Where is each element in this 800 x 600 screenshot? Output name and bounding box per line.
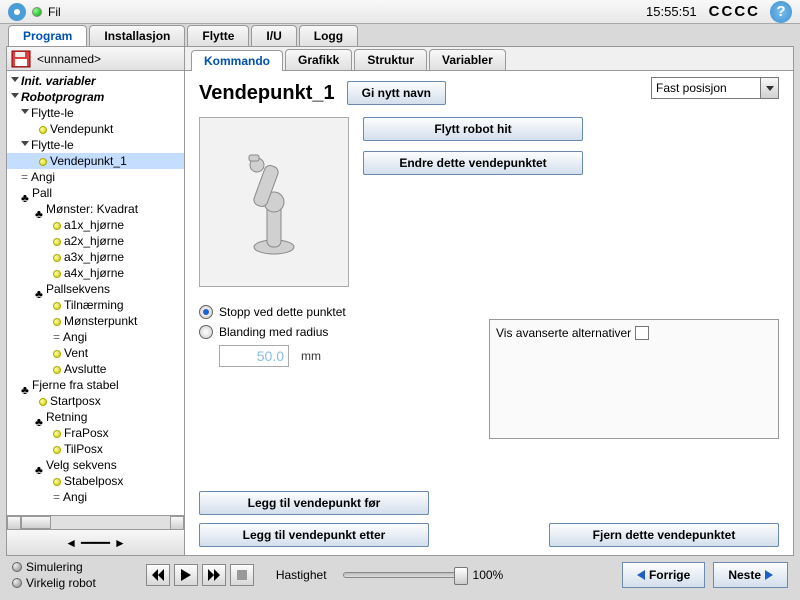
tab-installation[interactable]: Installasjon — [89, 25, 185, 46]
add-waypoint-after-button[interactable]: Legg til vendepunkt etter — [199, 523, 429, 547]
subtab-variables[interactable]: Variabler — [429, 49, 506, 70]
tree-item-c3[interactable]: a3x_hjørne — [7, 249, 184, 265]
tree-item-set2[interactable]: =Angi — [7, 329, 184, 345]
tree-item-patternpt[interactable]: Mønsterpunkt — [7, 313, 184, 329]
stop-button[interactable] — [230, 564, 254, 586]
subtab-graphics[interactable]: Grafikk — [285, 49, 352, 70]
sub-tabs: Kommando Grafikk Struktur Variabler — [185, 47, 793, 71]
tree-item-init[interactable]: Init. variabler — [7, 73, 184, 89]
top-menubar: Fil 15:55:51 CCCC ? — [0, 0, 800, 24]
status-dot-icon — [32, 7, 42, 17]
remove-waypoint-button[interactable]: Fjern dette vendepunktet — [549, 523, 779, 547]
rename-button[interactable]: Gi nytt navn — [347, 81, 446, 105]
tab-log[interactable]: Logg — [299, 25, 358, 46]
speed-slider[interactable] — [343, 572, 463, 578]
radio-icon[interactable] — [199, 325, 213, 339]
chevron-down-icon[interactable] — [760, 78, 778, 98]
tree-item-depallet[interactable]: ♣Fjerne fra stabel — [7, 377, 184, 393]
skip-forward-button[interactable] — [202, 564, 226, 586]
tree-item-move1[interactable]: Flytte-le — [7, 105, 184, 121]
filename-label: <unnamed> — [37, 52, 101, 66]
tree-nav-dashes: ━━━━ — [81, 536, 110, 550]
tree-item-wp0[interactable]: Vendepunkt — [7, 121, 184, 137]
radio-icon[interactable] — [12, 578, 22, 588]
tree-item-wait[interactable]: Vent — [7, 345, 184, 361]
advanced-panel: Vis avanserte alternativer — [489, 319, 779, 439]
program-tree[interactable]: Init. variabler Robotprogram Flytte-le V… — [7, 71, 184, 515]
next-button[interactable]: Neste — [713, 562, 788, 588]
tree-item-wp1[interactable]: Vendepunkt_1 — [7, 153, 184, 169]
skip-back-button[interactable] — [146, 564, 170, 586]
robot-preview-icon — [199, 117, 349, 287]
move-robot-here-button[interactable]: Flytt robot hit — [363, 117, 583, 141]
position-type-combo[interactable]: Fast posisjon — [651, 77, 779, 99]
tree-item-stabelposx[interactable]: Stabelposx — [7, 473, 184, 489]
tree-hscroll[interactable] — [7, 515, 184, 529]
tree-item-startposx[interactable]: Startposx — [7, 393, 184, 409]
tree-item-direction[interactable]: ♣Retning — [7, 409, 184, 425]
tree-item-robotprogram[interactable]: Robotprogram — [7, 89, 184, 105]
tree-item-fraposx[interactable]: FraPosx — [7, 425, 184, 441]
radio-icon[interactable] — [199, 305, 213, 319]
tree-item-pallseq[interactable]: ♣Pallsekvens — [7, 281, 184, 297]
tree-item-move2[interactable]: Flytte-le — [7, 137, 184, 153]
program-tree-pane: <unnamed> Init. variabler Robotprogram F… — [7, 47, 185, 555]
tree-item-pattern[interactable]: ♣Mønster: Kvadrat — [7, 201, 184, 217]
tree-item-tilposx[interactable]: TilPosx — [7, 441, 184, 457]
radio-stop-at-point[interactable]: Stopp ved dette punktet — [199, 305, 779, 319]
add-waypoint-before-button[interactable]: Legg til vendepunkt før — [199, 491, 429, 515]
tab-move[interactable]: Flytte — [187, 25, 249, 46]
tree-item-set3[interactable]: =Angi — [7, 489, 184, 505]
tree-item-c4[interactable]: a4x_hjørne — [7, 265, 184, 281]
mode-real-robot[interactable]: Virkelig robot — [12, 576, 96, 590]
tree-nav-right-icon[interactable]: ► — [114, 536, 126, 550]
scroll-thumb[interactable] — [21, 516, 51, 529]
tree-toolbar: <unnamed> — [7, 47, 184, 71]
subtab-command[interactable]: Kommando — [191, 50, 283, 71]
scroll-right-icon[interactable] — [170, 516, 184, 530]
tree-item-c2[interactable]: a2x_hjørne — [7, 233, 184, 249]
mode-simulation[interactable]: Simulering — [12, 560, 96, 574]
tree-nav-left-icon[interactable]: ◄ — [65, 536, 77, 550]
footer-bar: Simulering Virkelig robot Hastighet 100%… — [0, 556, 800, 594]
tree-item-set1[interactable]: =Angi — [7, 169, 184, 185]
tree-item-c1[interactable]: a1x_hjørne — [7, 217, 184, 233]
unit-label: mm — [301, 349, 321, 363]
speed-label: Hastighet — [276, 568, 327, 582]
command-panel: Fast posisjon Vendepunkt_1 Gi nytt navn — [185, 71, 793, 555]
tree-item-pall[interactable]: ♣Pall — [7, 185, 184, 201]
tab-program[interactable]: Program — [8, 25, 87, 46]
speed-value: 100% — [473, 568, 504, 582]
checkbox-icon[interactable] — [635, 326, 649, 340]
tree-item-exit[interactable]: Avslutte — [7, 361, 184, 377]
tree-item-stackseq[interactable]: ♣Velg sekvens — [7, 457, 184, 473]
save-icon[interactable] — [11, 50, 31, 68]
radio-icon[interactable] — [12, 562, 22, 572]
clock-label: 15:55:51 — [646, 4, 697, 19]
subtab-structure[interactable]: Struktur — [354, 49, 427, 70]
slider-thumb-icon[interactable] — [454, 567, 468, 585]
scroll-left-icon[interactable] — [7, 516, 21, 530]
menu-fil[interactable]: Fil — [48, 5, 61, 19]
help-icon[interactable]: ? — [770, 1, 792, 23]
waypoint-title: Vendepunkt_1 — [199, 82, 335, 105]
tab-io[interactable]: I/U — [251, 25, 296, 46]
change-waypoint-button[interactable]: Endre dette vendepunktet — [363, 151, 583, 175]
ur-logo-icon — [8, 3, 26, 21]
prev-button[interactable]: Forrige — [622, 562, 705, 588]
cccc-label: CCCC — [709, 3, 760, 20]
main-tabs: Program Installasjon Flytte I/U Logg — [0, 24, 800, 46]
play-button[interactable] — [174, 564, 198, 586]
tree-nav-bar: ◄ ━━━━ ► — [7, 529, 184, 555]
tree-item-approach[interactable]: Tilnærming — [7, 297, 184, 313]
blend-radius-input[interactable] — [219, 345, 289, 367]
show-advanced-checkbox[interactable]: Vis avanserte alternativer — [496, 326, 772, 340]
